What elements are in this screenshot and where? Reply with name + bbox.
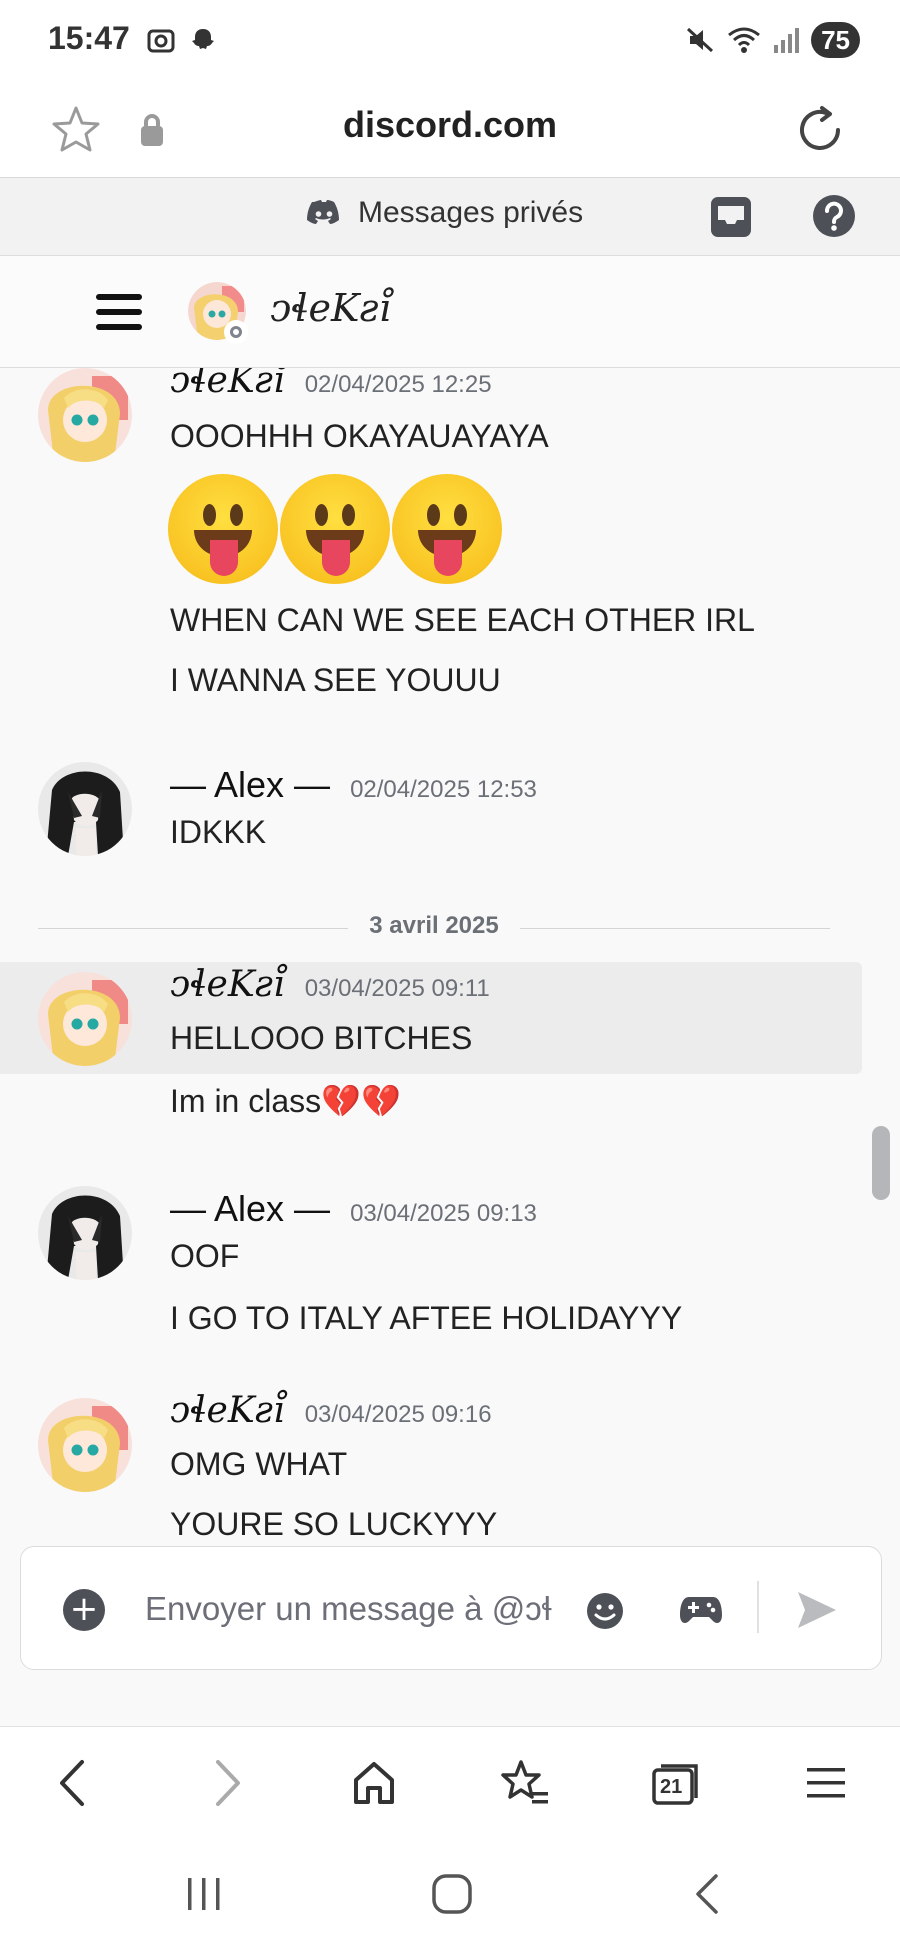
status-icons-right: 75 bbox=[685, 22, 860, 58]
wifi-icon bbox=[728, 27, 761, 53]
message-header: ↄɬeKƨi̊ 03/04/2025 09:11 bbox=[170, 964, 490, 1005]
composer-divider bbox=[757, 1581, 759, 1633]
system-back-icon[interactable] bbox=[690, 1872, 726, 1916]
message-text: Im in class💔💔 bbox=[170, 1083, 401, 1119]
stuck-out-tongue-emoji-icon bbox=[392, 474, 502, 584]
recent-apps-icon[interactable] bbox=[182, 1874, 226, 1914]
message-timestamp: 03/04/2025 09:16 bbox=[304, 1401, 492, 1428]
menu-icon[interactable] bbox=[96, 294, 142, 330]
offline-status-icon bbox=[224, 320, 248, 344]
message-composer: + bbox=[20, 1546, 882, 1670]
message-timestamp: 02/04/2025 12:25 bbox=[304, 371, 492, 398]
home-circle-icon[interactable] bbox=[430, 1872, 474, 1916]
message-list[interactable]: ↄɬeKƨi̊ 02/04/2025 12:25 OOOHHH OKAYAUAY… bbox=[0, 368, 900, 1544]
scrollbar[interactable] bbox=[872, 1126, 890, 1200]
browser-menu-button[interactable] bbox=[798, 1755, 854, 1811]
url-text[interactable]: discord.com bbox=[0, 104, 900, 146]
message-timestamp: 03/04/2025 09:11 bbox=[304, 975, 490, 1002]
stuck-out-tongue-emoji-icon bbox=[168, 474, 278, 584]
emoji-row bbox=[168, 474, 504, 584]
chevron-left-icon bbox=[60, 1760, 84, 1806]
avatar[interactable] bbox=[38, 1186, 132, 1280]
message-author[interactable]: ↄɬeKƨi̊ bbox=[170, 1390, 285, 1431]
message-timestamp: 02/04/2025 12:53 bbox=[350, 776, 537, 803]
mute-icon bbox=[687, 27, 714, 53]
message-text: OOF bbox=[170, 1238, 240, 1274]
emoji-picker-button[interactable] bbox=[585, 1591, 625, 1631]
battery-percent: 75 bbox=[821, 24, 850, 55]
message-text: HELLOOO BITCHES bbox=[170, 1020, 473, 1056]
message-text: I GO TO ITALY AFTEE HOLIDAYYY bbox=[170, 1300, 683, 1336]
message-header: — Alex — 03/04/2025 09:13 bbox=[170, 1188, 537, 1230]
channel-name[interactable]: ↄɬeKƨi̊ bbox=[270, 286, 391, 330]
chevron-right-icon bbox=[216, 1760, 240, 1806]
help-button[interactable] bbox=[810, 192, 858, 240]
discord-logo-icon bbox=[307, 200, 339, 224]
message-header: ↄɬeKƨi̊ 02/04/2025 12:25 bbox=[170, 368, 492, 401]
channel-header: ↄɬeKƨi̊ bbox=[0, 256, 900, 368]
home-button[interactable] bbox=[346, 1755, 402, 1811]
date-divider: 3 avril 2025 bbox=[38, 908, 830, 948]
browser-bottom-nav: 21 bbox=[0, 1726, 900, 1836]
message-timestamp: 03/04/2025 09:13 bbox=[350, 1200, 537, 1227]
tabs-button[interactable]: 21 bbox=[648, 1755, 704, 1811]
status-time: 15:47 bbox=[48, 20, 130, 56]
snapchat-icon bbox=[192, 29, 214, 49]
message-header: — Alex — 02/04/2025 12:53 bbox=[170, 764, 537, 806]
avatar[interactable] bbox=[38, 368, 132, 462]
message-text: YOURE SO LUCKYYY bbox=[170, 1506, 498, 1542]
tabs-count: 21 bbox=[660, 1776, 683, 1798]
home-icon bbox=[354, 1762, 394, 1804]
inbox-button[interactable] bbox=[708, 194, 754, 240]
message-text: OMG WHAT bbox=[170, 1446, 348, 1482]
reload-button[interactable] bbox=[792, 102, 848, 158]
bookmark-list-icon bbox=[501, 1760, 548, 1804]
message-input[interactable] bbox=[145, 1581, 595, 1637]
message-text: WHEN CAN WE SEE EACH OTHER IRL bbox=[170, 602, 755, 638]
message-author[interactable]: ↄɬeKƨi̊ bbox=[170, 964, 285, 1005]
forward-button[interactable] bbox=[198, 1755, 254, 1811]
section-title: Messages privés bbox=[358, 196, 584, 229]
send-icon[interactable] bbox=[795, 1589, 839, 1631]
message-text: IDKKK bbox=[170, 814, 267, 850]
back-button[interactable] bbox=[46, 1755, 102, 1811]
browser-address-bar: discord.com bbox=[0, 80, 900, 178]
discord-top-bar: Messages privés bbox=[0, 178, 900, 256]
avatar[interactable] bbox=[38, 762, 132, 856]
message-text: I WANNA SEE YOUUU bbox=[170, 662, 501, 698]
message-author[interactable]: — Alex — bbox=[170, 764, 330, 806]
bookmarks-button[interactable] bbox=[496, 1755, 552, 1811]
add-attachment-button[interactable]: + bbox=[63, 1589, 105, 1631]
direct-messages-title: Messages privés bbox=[306, 196, 583, 230]
message-author[interactable]: — Alex — bbox=[170, 1188, 330, 1230]
status-bar: 15:47 75 bbox=[0, 0, 900, 80]
avatar[interactable] bbox=[38, 972, 132, 1066]
stuck-out-tongue-emoji-icon bbox=[280, 474, 390, 584]
battery-indicator: 75 bbox=[811, 22, 860, 58]
message-author[interactable]: ↄɬeKƨi̊ bbox=[170, 368, 285, 401]
status-icons-left bbox=[146, 26, 218, 56]
menu-icon bbox=[807, 1768, 845, 1798]
message-text: OOOHHH OKAYAUAYAYA bbox=[170, 418, 549, 454]
avatar[interactable] bbox=[38, 1398, 132, 1492]
screenshot-icon bbox=[147, 29, 175, 53]
signal-icon bbox=[774, 28, 800, 53]
date-divider-text: 3 avril 2025 bbox=[369, 912, 499, 939]
android-navigation-bar bbox=[0, 1836, 900, 1950]
message-header: ↄɬeKƨi̊ 03/04/2025 09:16 bbox=[170, 1390, 492, 1431]
game-controller-button[interactable] bbox=[679, 1591, 723, 1629]
